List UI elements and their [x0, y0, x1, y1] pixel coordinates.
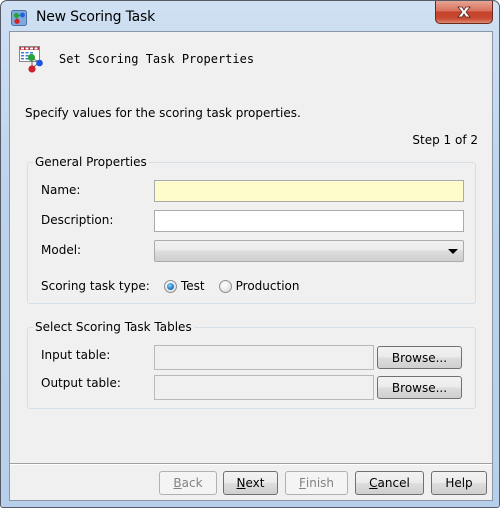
- finish-mnemonic: F: [298, 476, 306, 490]
- step-indicator: Step 1 of 2: [412, 133, 478, 147]
- close-icon: [457, 6, 471, 18]
- scoring-task-type-radio-group: Test Production: [164, 279, 313, 293]
- radio-label: Production: [235, 279, 300, 293]
- finish-label: inish: [305, 476, 335, 490]
- radio-label: Test: [181, 279, 205, 293]
- help-button[interactable]: Help: [431, 471, 487, 495]
- chevron-down-icon: [448, 249, 458, 254]
- output-table-field: [154, 375, 374, 400]
- scoring-table-model-icon: [19, 46, 43, 73]
- footer-divider: [10, 463, 492, 465]
- general-properties-group: General Properties Name: Description: Mo…: [27, 155, 476, 304]
- close-button[interactable]: [435, 1, 493, 24]
- input-table-field: [154, 345, 374, 370]
- next-mnemonic: N: [236, 476, 246, 490]
- description-label: Description:: [41, 213, 114, 227]
- radio-test[interactable]: Test: [164, 279, 205, 293]
- page-title: Set Scoring Task Properties: [59, 52, 255, 66]
- output-table-label: Output table:: [41, 376, 121, 390]
- scoring-task-icon: [11, 10, 27, 26]
- input-table-label: Input table:: [41, 348, 111, 362]
- name-label: Name:: [41, 183, 81, 197]
- finish-button[interactable]: Finish: [285, 471, 348, 495]
- radio-button-unchecked[interactable]: [218, 279, 232, 293]
- group-title: Select Scoring Task Tables: [33, 320, 194, 334]
- dialog-content: Set Scoring Task Properties Specify valu…: [9, 31, 493, 501]
- name-field[interactable]: [154, 180, 464, 202]
- next-label: ext: [245, 476, 265, 490]
- model-dropdown[interactable]: [154, 240, 464, 262]
- cancel-label: ancel: [377, 476, 410, 490]
- radio-button-checked[interactable]: [164, 279, 177, 293]
- back-mnemonic: B: [173, 476, 182, 490]
- model-label: Model:: [41, 243, 82, 257]
- cancel-button[interactable]: Cancel: [355, 471, 424, 495]
- next-button[interactable]: Next: [223, 471, 278, 495]
- cancel-mnemonic: C: [369, 476, 378, 490]
- instructions-text: Specify values for the scoring task prop…: [25, 106, 301, 120]
- title-bar[interactable]: New Scoring Task: [1, 1, 499, 31]
- group-title: General Properties: [33, 155, 149, 169]
- window-title: New Scoring Task: [36, 9, 156, 25]
- back-label: ack: [181, 476, 203, 490]
- description-field[interactable]: [154, 210, 464, 232]
- dialog-window: New Scoring Task Set Scoring Task Proper…: [0, 0, 500, 508]
- scoring-task-tables-group: Select Scoring Task Tables Input table: …: [27, 320, 476, 409]
- back-button[interactable]: Back: [159, 471, 217, 495]
- browse-output-table-button[interactable]: Browse...: [377, 376, 462, 399]
- radio-production[interactable]: Production: [218, 279, 300, 293]
- browse-input-table-button[interactable]: Browse...: [377, 346, 462, 369]
- scoring-task-type-label: Scoring task type:: [41, 279, 150, 293]
